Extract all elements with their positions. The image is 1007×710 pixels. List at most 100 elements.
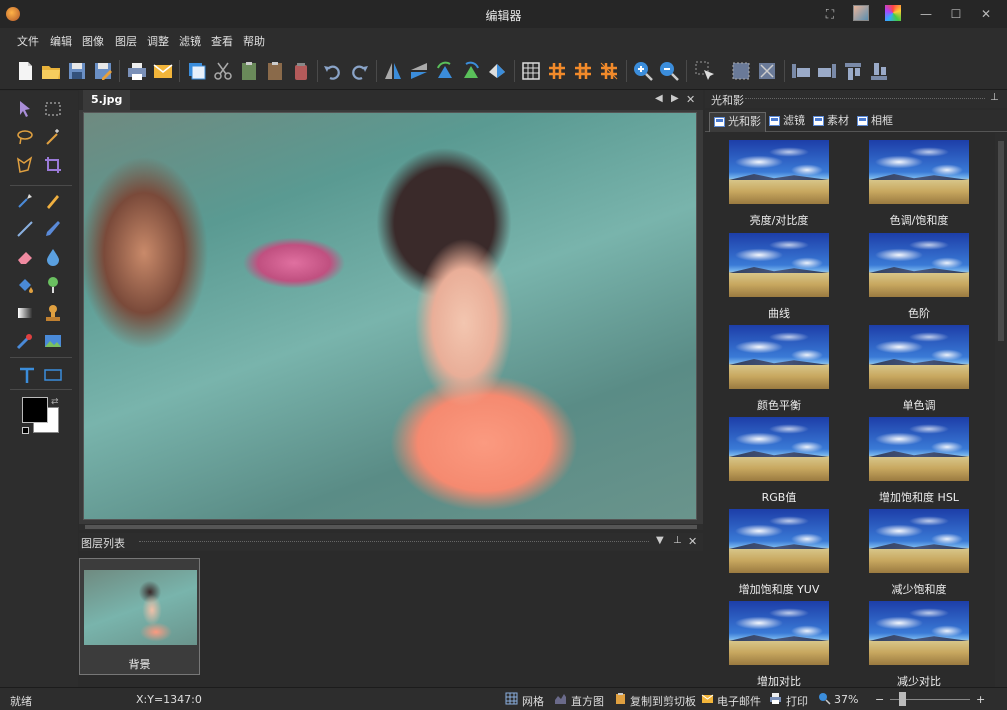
zoom-out-button[interactable]: −: [875, 693, 884, 706]
user-avatar-icon[interactable]: [853, 5, 869, 21]
cut-icon[interactable]: [212, 60, 234, 82]
filter-desaturate[interactable]: 减少饱和度: [869, 509, 969, 599]
reset-colors-icon[interactable]: [22, 427, 29, 434]
hash-grid-alt-icon[interactable]: [572, 60, 594, 82]
histogram-button[interactable]: 直方图: [571, 693, 604, 709]
filter-color-balance[interactable]: 颜色平衡: [729, 325, 829, 415]
maximize-button[interactable]: ☐: [948, 6, 964, 22]
minimize-button[interactable]: —: [918, 6, 934, 22]
rect-select-tool-icon[interactable]: [43, 99, 63, 119]
menu-help[interactable]: 帮助: [243, 33, 265, 49]
save-icon[interactable]: [66, 60, 88, 82]
hash-grid-icon[interactable]: [546, 60, 568, 82]
crop-tool-icon[interactable]: [43, 155, 63, 175]
document-tab[interactable]: 5.jpg: [83, 90, 131, 110]
zoom-in-button[interactable]: +: [976, 693, 985, 706]
menu-filter[interactable]: 滤镜: [179, 33, 201, 49]
pencil-tool-icon[interactable]: [43, 191, 63, 211]
fill-bucket-tool-icon[interactable]: [15, 275, 35, 295]
close-button[interactable]: ✕: [978, 6, 994, 22]
copy-to-clipboard-button[interactable]: 复制到剪切板: [630, 693, 696, 709]
email-button[interactable]: 电子邮件: [717, 693, 761, 709]
eyedropper-tool-icon[interactable]: [15, 191, 35, 211]
undo-icon[interactable]: [322, 60, 344, 82]
filter-levels[interactable]: 色阶: [869, 233, 969, 323]
save-as-icon[interactable]: [92, 60, 114, 82]
menu-image[interactable]: 图像: [82, 33, 104, 49]
fullscreen-button[interactable]: ⛶: [822, 6, 838, 22]
filter-curves[interactable]: 曲线: [729, 233, 829, 323]
tab-prev-icon[interactable]: ◀: [655, 93, 663, 104]
brush-tool-icon[interactable]: [43, 219, 63, 239]
tab-light-shadow[interactable]: 光和影: [709, 112, 766, 132]
flip-horizontal-icon[interactable]: [382, 60, 404, 82]
panel-dropdown-icon[interactable]: ▼: [656, 535, 664, 546]
red-eye-tool-icon[interactable]: [15, 331, 35, 351]
menu-edit[interactable]: 编辑: [50, 33, 72, 49]
tab-frames[interactable]: 相框: [853, 112, 897, 132]
panel-pin-icon[interactable]: ⊥: [990, 92, 999, 103]
menu-file[interactable]: 文件: [17, 33, 39, 49]
email-icon[interactable]: [701, 692, 714, 705]
clone-stamp-tool-icon[interactable]: [43, 303, 63, 323]
blur-tool-icon[interactable]: [43, 247, 63, 267]
clipboard-icon[interactable]: [614, 692, 627, 705]
grid-icon[interactable]: [505, 692, 518, 705]
clear-icon[interactable]: [290, 60, 312, 82]
filter-monotone[interactable]: 单色调: [869, 325, 969, 415]
align-left-icon[interactable]: [790, 60, 812, 82]
lasso-tool-icon[interactable]: [15, 127, 35, 147]
align-top-icon[interactable]: [842, 60, 864, 82]
panel-pin-icon[interactable]: ⊥: [673, 535, 682, 546]
filter-saturation-yuv[interactable]: 增加饱和度 YUV: [729, 509, 829, 599]
menu-view[interactable]: 查看: [211, 33, 233, 49]
email-icon[interactable]: [152, 60, 174, 82]
effects-scrollbar[interactable]: [995, 133, 1007, 687]
image-canvas[interactable]: [83, 112, 697, 520]
eraser-tool-icon[interactable]: [15, 247, 35, 267]
canvas-area[interactable]: [79, 110, 703, 524]
tab-filters[interactable]: 滤镜: [765, 112, 809, 132]
layer-item[interactable]: 背景: [79, 558, 200, 675]
scrollbar-thumb[interactable]: [998, 141, 1004, 341]
line-tool-icon[interactable]: [15, 219, 35, 239]
filter-decrease-contrast[interactable]: 减少对比: [869, 601, 969, 687]
paste-icon[interactable]: [238, 60, 260, 82]
shape-tool-icon[interactable]: [43, 365, 63, 385]
text-tool-icon[interactable]: [17, 365, 37, 385]
magic-wand-tool-icon[interactable]: [43, 127, 63, 147]
align-bottom-icon[interactable]: [868, 60, 890, 82]
filter-hue-saturation[interactable]: 色调/饱和度: [869, 140, 969, 230]
redo-icon[interactable]: [348, 60, 370, 82]
align-right-icon[interactable]: [816, 60, 838, 82]
move-tool-icon[interactable]: [15, 99, 35, 119]
filter-saturation-hsl[interactable]: 增加饱和度 HSL: [869, 417, 969, 507]
filter-brightness-contrast[interactable]: 亮度/对比度: [729, 140, 829, 230]
paste-special-icon[interactable]: [264, 60, 286, 82]
horizontal-scrollbar[interactable]: [79, 524, 703, 530]
histogram-icon[interactable]: [554, 692, 567, 705]
color-replace-tool-icon[interactable]: [43, 275, 63, 295]
zoom-in-icon[interactable]: [632, 60, 654, 82]
new-file-icon[interactable]: [14, 60, 36, 82]
menu-adjust[interactable]: 调整: [147, 33, 169, 49]
image-insert-tool-icon[interactable]: [43, 331, 63, 351]
zoom-out-icon[interactable]: [658, 60, 680, 82]
select-all-icon[interactable]: [730, 60, 752, 82]
filter-rgb[interactable]: RGB值: [729, 417, 829, 507]
rotate-left-icon[interactable]: [434, 60, 456, 82]
theme-icon[interactable]: [885, 5, 901, 21]
foreground-color-swatch[interactable]: [22, 397, 48, 423]
hash-grid-diagonal-icon[interactable]: [598, 60, 620, 82]
open-folder-icon[interactable]: [40, 60, 62, 82]
grid-button[interactable]: 网格: [522, 693, 544, 709]
deselect-icon[interactable]: [756, 60, 778, 82]
swap-colors-icon[interactable]: ⇄: [51, 397, 59, 407]
print-icon[interactable]: [769, 692, 782, 705]
pointer-select-icon[interactable]: [694, 60, 716, 82]
panel-close-icon[interactable]: ✕: [688, 535, 697, 548]
rotate-right-icon[interactable]: [460, 60, 482, 82]
tab-next-icon[interactable]: ▶: [671, 93, 679, 104]
copy-icon[interactable]: [186, 60, 208, 82]
polygon-lasso-tool-icon[interactable]: [15, 155, 35, 175]
